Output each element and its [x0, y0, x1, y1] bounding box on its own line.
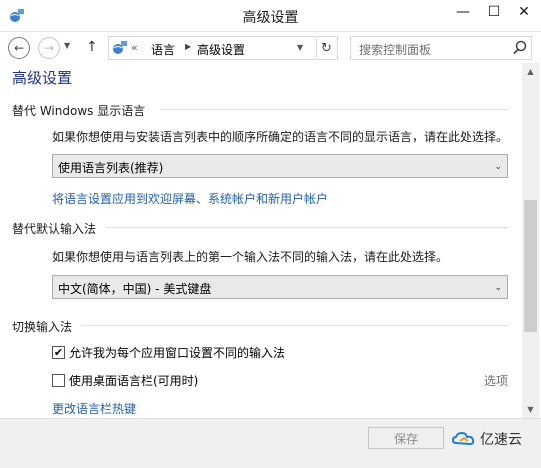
chevron-down-icon: ⌄ [494, 283, 502, 293]
scroll-up-arrow-icon[interactable]: ▲ [522, 63, 539, 80]
save-button[interactable]: 保存 [368, 427, 444, 449]
per-app-input-checkbox[interactable]: ✔ [52, 346, 65, 359]
forward-button[interactable]: → [38, 37, 60, 59]
per-app-input-checkbox-row[interactable]: ✔ 允许我为每个应用窗口设置不同的输入法 [52, 344, 285, 361]
display-language-heading: 替代 Windows 显示语言 [12, 104, 146, 118]
vertical-scrollbar[interactable]: ▲ ▼ [522, 63, 539, 418]
input-method-select[interactable]: 中文(简体，中国) - 美式键盘 ⌄ [52, 275, 508, 299]
desktop-language-bar-label[interactable]: 使用桌面语言栏(可用时) [69, 372, 198, 389]
display-language-value: 使用语言列表(推荐) [58, 161, 164, 175]
display-language-description: 如果你想使用与安装语言列表中的顺序所确定的语言不同的显示语言，请在此处选择。 [52, 130, 509, 144]
recent-locations-dropdown[interactable]: ▼ [64, 41, 70, 50]
breadcrumb-language[interactable]: 语言 [151, 41, 175, 58]
input-method-value: 中文(简体，中国) - 美式键盘 [58, 282, 212, 296]
desktop-language-bar-checkbox[interactable] [52, 374, 65, 387]
options-link[interactable]: 选项 [484, 372, 508, 389]
refresh-button[interactable]: ↻ [316, 38, 336, 58]
title-bar: 高级设置 — ☐ ✕ [0, 0, 541, 32]
display-language-select[interactable]: 使用语言列表(推荐) ⌄ [52, 154, 508, 178]
back-arrow-icon: ← [13, 41, 25, 55]
input-method-heading: 替代默认输入法 [12, 222, 97, 236]
section-divider [160, 109, 508, 110]
input-method-description: 如果你想使用与语言列表上的第一个输入法不同的输入法，请在此处选择。 [52, 250, 449, 264]
scroll-down-arrow-icon[interactable]: ▼ [522, 401, 539, 418]
control-panel-icon [113, 41, 127, 54]
search-icon[interactable] [511, 39, 529, 57]
address-dropdown-icon[interactable]: ▼ [297, 43, 303, 52]
page-title: 高级设置 [12, 69, 73, 87]
search-placeholder: 搜索控制面板 [359, 43, 432, 57]
footer-bar: 保存 亿速云 [0, 418, 541, 468]
address-bar[interactable]: « 语言 ▶ 高级设置 ▼ ↻ [108, 36, 338, 60]
back-button[interactable]: ← [8, 37, 30, 59]
apply-language-settings-link[interactable]: 将语言设置应用到欢迎屏幕、系统帐户和新用户帐户 [52, 190, 328, 207]
breadcrumb-overflow-icon[interactable]: « [131, 41, 138, 54]
cloud-logo-icon [452, 431, 475, 446]
watermark-text: 亿速云 [480, 432, 522, 448]
up-button[interactable]: ↑ [86, 39, 98, 55]
section-divider [82, 325, 508, 326]
breadcrumb-separator-icon[interactable]: ▶ [185, 42, 191, 51]
watermark: 亿速云 [452, 429, 522, 449]
chevron-down-icon: ⌄ [494, 162, 502, 172]
forward-arrow-icon: → [43, 41, 55, 55]
close-button[interactable]: ✕ [510, 0, 538, 24]
breadcrumb-advanced-settings[interactable]: 高级设置 [197, 41, 245, 58]
minimize-button[interactable]: — [449, 0, 477, 24]
desktop-language-bar-checkbox-row[interactable]: 使用桌面语言栏(可用时) [52, 372, 198, 389]
search-input[interactable]: 搜索控制面板 [350, 36, 532, 60]
scrollbar-thumb[interactable] [524, 200, 537, 332]
per-app-input-label[interactable]: 允许我为每个应用窗口设置不同的输入法 [69, 344, 285, 361]
checkmark-icon: ✔ [53, 346, 64, 359]
change-hotkey-link[interactable]: 更改语言栏热键 [52, 400, 136, 417]
switch-input-heading: 切换输入法 [12, 320, 73, 334]
main-content: 高级设置 替代 Windows 显示语言 如果你想使用与安装语言列表中的顺序所确… [0, 63, 522, 418]
section-divider [106, 227, 508, 228]
navigation-bar: ← → ▼ ↑ « 语言 ▶ 高级设置 ▼ ↻ 搜索控制面板 [0, 34, 541, 62]
maximize-button[interactable]: ☐ [480, 0, 508, 24]
